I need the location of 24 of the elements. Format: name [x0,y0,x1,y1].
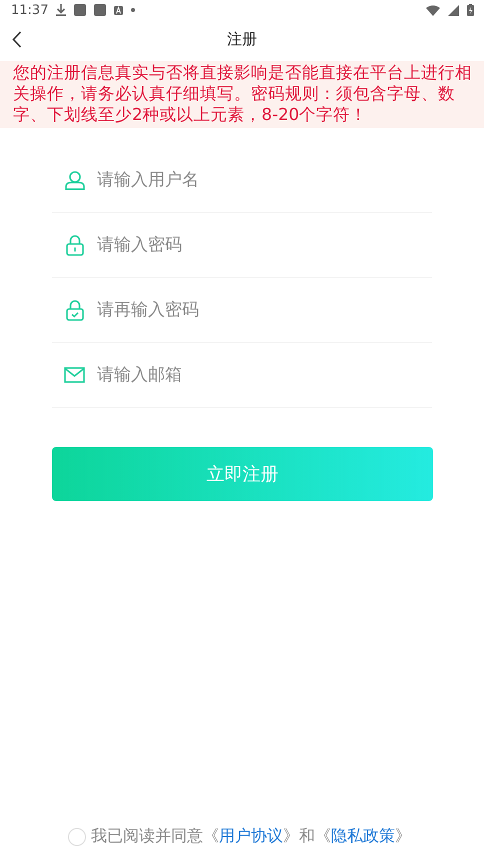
mail-icon [64,367,85,383]
clock-time: 11:37 [11,2,48,18]
wifi-icon [426,4,440,16]
input-field[interactable]: 请输入邮箱 [97,360,432,390]
input-field[interactable]: 请再输入密码 [97,295,432,325]
person-icon [64,170,84,190]
signal-icon [448,4,459,16]
agreement-link[interactable]: 用户协议 [219,826,283,845]
agreement-link[interactable]: 隐私政策 [331,826,395,845]
app-icon [74,4,86,16]
input-field[interactable]: 请输入用户名 [97,165,432,195]
lock-icon [66,234,84,256]
app-icon [114,6,124,14]
back-icon[interactable] [12,31,22,48]
dot-icon [131,8,136,12]
page-title: 注册 [227,30,257,49]
agree-radio[interactable] [68,828,86,846]
agreement-text: 我已阅读并同意《用户协议》和《隐私政策》 [91,826,411,847]
battery-icon [467,4,474,16]
lock-check-icon [66,300,84,320]
notice-text: 您的注册信息真实与否将直接影响是否能直接在平台上进行相关操作，请务必认真仔细填写。密码规则：须包含字母、数字、下划线至少2种或以上元素，8-20个字符！ [0,61,484,128]
app-icon [94,4,106,16]
input-field[interactable]: 请输入密码 [97,230,432,260]
download-icon [56,4,66,16]
